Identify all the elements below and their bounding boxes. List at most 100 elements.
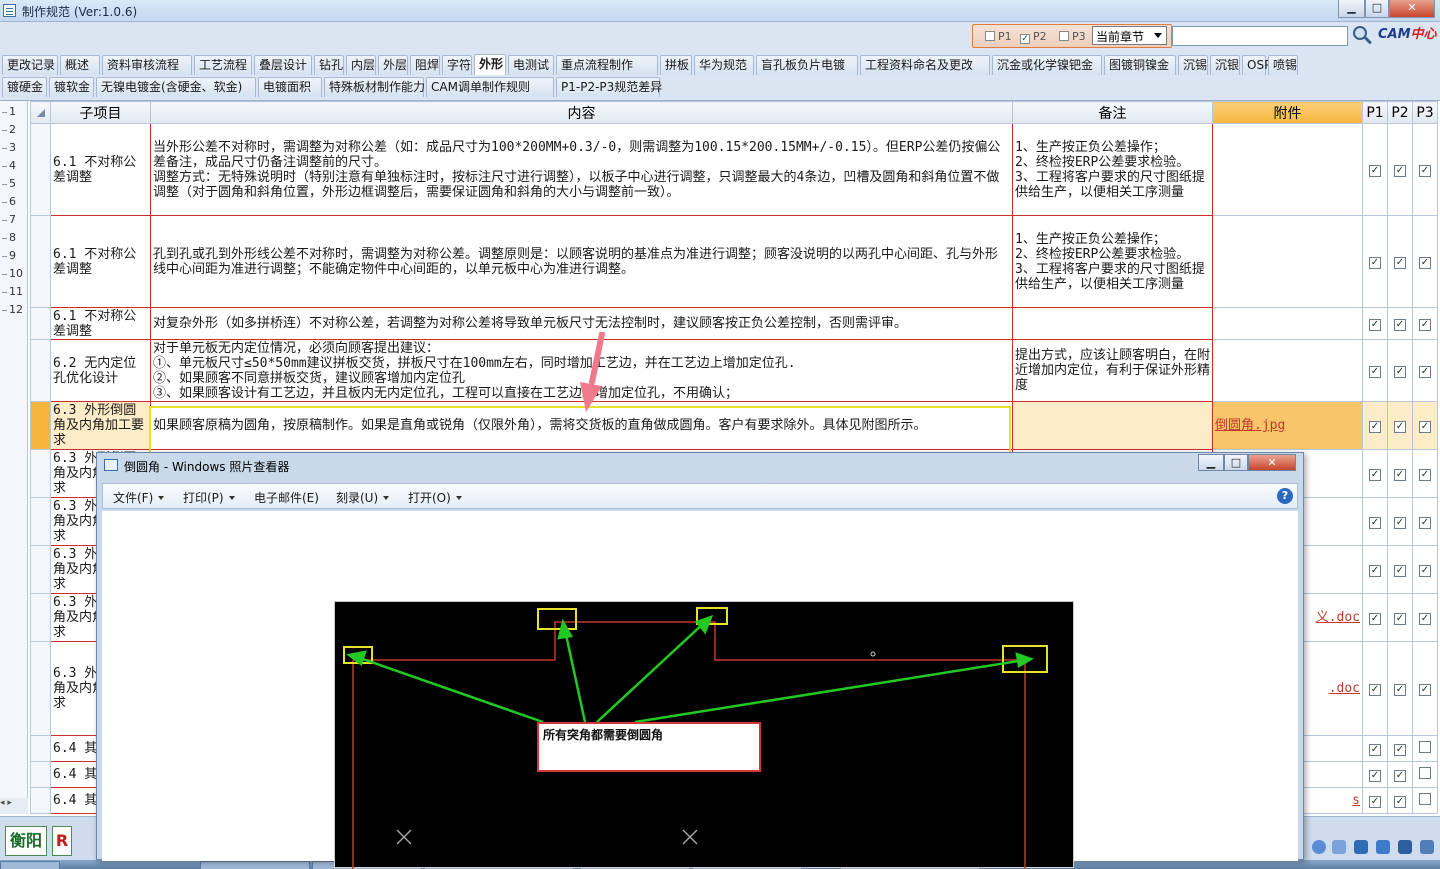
cell-p1[interactable]: ✓	[1362, 545, 1388, 594]
cell-p1[interactable]: ✓	[1362, 735, 1388, 762]
row-indicator[interactable]	[30, 641, 51, 736]
tab-r1-9[interactable]: 字符	[442, 55, 472, 75]
p3-checkbox[interactable]: ✓	[1419, 684, 1431, 696]
taskbar-app[interactable]	[200, 861, 310, 869]
p2-checkbox[interactable]: ✓	[1394, 469, 1406, 481]
row-indicator[interactable]	[30, 215, 51, 308]
p1-checkbox[interactable]: ✓	[1369, 421, 1381, 433]
cell-sub-item[interactable]: 6.1 不对称公差调整	[50, 123, 151, 216]
help-icon[interactable]: ?	[1277, 488, 1293, 504]
cell-p1[interactable]: ✓	[1362, 123, 1388, 216]
p1-checkbox[interactable]: ✓	[1369, 257, 1381, 269]
cell-p2[interactable]: ✓	[1387, 339, 1413, 402]
cell-p1[interactable]: ✓	[1362, 449, 1388, 498]
tab-r1-20[interactable]: 沉银	[1210, 55, 1240, 75]
tab-r1-18[interactable]: 图镀铜镍金	[1104, 55, 1176, 75]
row-indicator[interactable]	[30, 761, 51, 788]
cell-p3[interactable]: ✓	[1412, 123, 1438, 216]
row-indicator[interactable]	[30, 307, 51, 340]
p3-checkbox[interactable]: ✓	[1419, 257, 1431, 269]
header-p1[interactable]: P1	[1362, 101, 1388, 124]
p2-checkbox[interactable]: ✓	[1394, 421, 1406, 433]
row-number[interactable]: 6	[0, 195, 28, 208]
tab-r1-1[interactable]: 概述	[60, 55, 100, 75]
row-indicator[interactable]	[30, 449, 51, 498]
tab-r1-15[interactable]: 盲孔板负片电镀	[756, 55, 858, 75]
p1-checkbox[interactable]: ✓	[1369, 613, 1381, 625]
cell-p2[interactable]: ✓	[1387, 123, 1413, 216]
header-content[interactable]: 内容	[150, 101, 1013, 124]
row-indicator[interactable]	[30, 593, 51, 642]
header-attachment[interactable]: 附件	[1212, 101, 1363, 124]
row-number[interactable]: 10	[0, 267, 28, 280]
wrench-icon[interactable]	[1420, 840, 1434, 854]
horizontal-scrollbar[interactable]: ◂ ▸	[0, 798, 28, 814]
cell-content[interactable]: 当外形公差不对称时，需调整为对称公差（如：成品尺寸为100*200MM+0.3/…	[150, 123, 1013, 216]
viewer-minimize-button[interactable]: ▁	[1198, 454, 1224, 471]
tab-r1-10[interactable]: 外形	[474, 54, 506, 75]
attachment-link[interactable]: 倒圆角.jpg	[1215, 418, 1285, 433]
table-row[interactable]: 6.2 无内定位孔优化设计 对于单元板无内定位情况，必须向顾客提出建议： ①、单元…	[30, 339, 1438, 402]
p3-checkbox[interactable]	[1419, 792, 1431, 805]
cell-p1[interactable]: ✓	[1362, 401, 1388, 450]
cell-p1[interactable]: ✓	[1362, 593, 1388, 642]
cell-p3[interactable]: ✓	[1412, 545, 1438, 594]
search-button[interactable]	[1350, 24, 1374, 48]
cell-p2[interactable]: ✓	[1387, 215, 1413, 308]
p3-checkbox[interactable]: ✓	[1419, 366, 1431, 378]
cell-attachment[interactable]	[1212, 123, 1363, 216]
p2-checkbox[interactable]: ✓	[1394, 565, 1406, 577]
close-button[interactable]: ✕	[1389, 0, 1435, 18]
chapter-select[interactable]: 当前章节	[1092, 26, 1167, 45]
p1-checkbox[interactable]: P1	[985, 30, 1012, 43]
cell-p3[interactable]	[1412, 761, 1438, 788]
row-number[interactable]: 9	[0, 249, 28, 262]
p2-checkbox[interactable]: ✓	[1394, 744, 1406, 756]
cell-note[interactable]: 1、生产按正负公差操作； 2、终检按ERP公差要求检验。 3、工程将客户要求的尺…	[1012, 215, 1213, 308]
tab-r1-19[interactable]: 沉锡	[1178, 55, 1208, 75]
p1-checkbox[interactable]: ✓	[1369, 744, 1381, 756]
cell-p2[interactable]: ✓	[1387, 449, 1413, 498]
tab-r1-5[interactable]: 钻孔	[314, 55, 344, 75]
p2-checkbox[interactable]: ✓	[1394, 613, 1406, 625]
p2-checkbox[interactable]: ✓	[1394, 684, 1406, 696]
tab-r1-22[interactable]: 喷锡	[1268, 55, 1298, 75]
tab-r2-6[interactable]: P1-P2-P3规范差异	[556, 77, 662, 97]
start-button[interactable]	[0, 861, 60, 869]
cell-p3[interactable]: ✓	[1412, 449, 1438, 498]
cell-p1[interactable]: ✓	[1362, 215, 1388, 308]
keyboard-icon[interactable]	[1354, 840, 1368, 854]
user-icon[interactable]	[1376, 840, 1390, 854]
table-row[interactable]: 6.1 不对称公差调整 孔到孔或孔到外形线公差不对称时，需调整为对称公差。调整原则…	[30, 215, 1438, 308]
p3-checkbox[interactable]: ✓	[1419, 517, 1431, 529]
p2-checkbox[interactable]: ✓	[1394, 257, 1406, 269]
cell-p3[interactable]: ✓	[1412, 641, 1438, 736]
p3-checkbox[interactable]: ✓	[1419, 319, 1431, 331]
tab-r1-17[interactable]: 沉金或化学镍钯金	[992, 55, 1102, 75]
cell-p2[interactable]: ✓	[1387, 641, 1413, 736]
p2-checkbox[interactable]: ✓	[1394, 796, 1406, 808]
row-number[interactable]: 4	[0, 159, 28, 172]
menu-print[interactable]: 打印(P)	[183, 489, 235, 506]
cell-sub-item[interactable]: 6.1 不对称公差调整	[50, 307, 151, 340]
tab-r1-0[interactable]: 更改记录	[2, 55, 58, 75]
cell-p3[interactable]: ✓	[1412, 215, 1438, 308]
row-number[interactable]: 5	[0, 177, 28, 190]
shirt-icon[interactable]	[1398, 840, 1412, 854]
p3-checkbox[interactable]	[1419, 766, 1431, 779]
p2-checkbox[interactable]: ✓	[1394, 366, 1406, 378]
moon-icon[interactable]	[1312, 840, 1326, 854]
row-number[interactable]: 12	[0, 303, 28, 316]
table-row[interactable]: 6.1 不对称公差调整 对复杂外形（如多拼桥连）不对称公差，若调整为对称公差将导致…	[30, 307, 1438, 340]
p1-checkbox[interactable]: ✓	[1369, 565, 1381, 577]
tab-r2-0[interactable]: 镀硬金	[2, 77, 47, 97]
photo-viewer-window[interactable]: 倒圆角 - Windows 照片查看器 ▁ □ ✕ 文件(F) 打印(P) 电子…	[96, 452, 1304, 869]
tab-r1-14[interactable]: 华为规范	[694, 55, 754, 75]
tab-r1-4[interactable]: 叠层设计	[254, 55, 312, 75]
cell-p3[interactable]	[1412, 735, 1438, 762]
p1-checkbox[interactable]: ✓	[1369, 796, 1381, 808]
cell-attachment[interactable]	[1212, 307, 1363, 340]
menu-email[interactable]: 电子邮件(E)	[254, 489, 319, 506]
row-number[interactable]: 1	[0, 105, 28, 118]
cell-p1[interactable]: ✓	[1362, 497, 1388, 546]
